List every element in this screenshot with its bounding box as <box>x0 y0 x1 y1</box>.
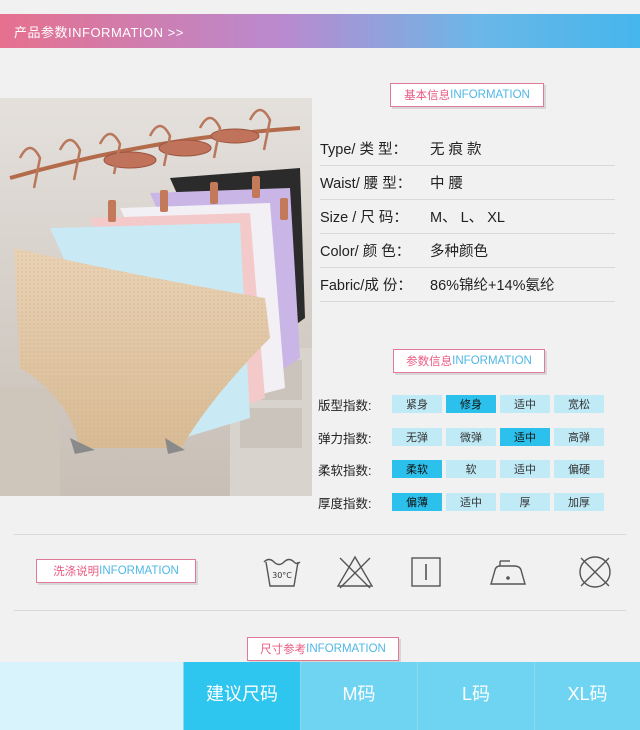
param-option-selected: 偏薄 <box>392 493 442 511</box>
section-header-title: 产品参数INFORMATION >> <box>14 24 184 40</box>
info-value: 中 腰 <box>430 176 464 192</box>
section-header: 产品参数INFORMATION >> <box>0 14 640 48</box>
wash-temp-label: 30°C <box>272 571 292 580</box>
param-option-selected: 适中 <box>500 428 550 446</box>
size-ref-tag-cn: 尺寸参考 <box>260 644 307 656</box>
no-bleach-icon <box>336 555 374 589</box>
param-option-selected: 修身 <box>446 395 496 413</box>
param-option: 适中 <box>500 395 550 413</box>
wash-30-icon: 30°C <box>263 558 301 587</box>
info-row-size: Size / 尺 码： M、 L、 XL <box>320 200 615 234</box>
param-option: 适中 <box>500 460 550 478</box>
param-row-thickness: 厚度指数: 偏薄 适中 厚 加厚 <box>318 491 604 513</box>
wash-tag: 洗涤说明 INFORMATION <box>36 559 196 583</box>
product-photo-illustration <box>0 98 312 496</box>
basic-info-tag-en: INFORMATION <box>450 89 530 101</box>
param-label: 厚度指数: <box>318 496 372 511</box>
size-table: 建议尺码 M码 L码 XL码 <box>0 662 640 730</box>
param-option: 软 <box>446 460 496 478</box>
param-option: 无弹 <box>392 428 442 446</box>
line-dry-icon <box>411 557 441 587</box>
size-header-m: M码 <box>301 662 418 730</box>
param-option: 加厚 <box>554 493 604 511</box>
info-value: 86%锦纶+14%氨纶 <box>430 278 555 294</box>
param-option-selected: 柔软 <box>392 460 442 478</box>
divider <box>14 534 626 535</box>
info-value: 无 痕 款 <box>430 142 482 158</box>
param-label: 柔软指数: <box>318 463 372 478</box>
size-header-xl: XL码 <box>535 662 640 730</box>
basic-info-tag-cn: 基本信息 <box>404 90 451 102</box>
info-key: Fabric/成 份： <box>320 278 412 294</box>
product-photo <box>0 98 312 496</box>
info-row-color: Color/ 颜 色： 多种颜色 <box>320 234 615 268</box>
info-key: Type/ 类 型： <box>320 142 408 158</box>
info-row-fabric: Fabric/成 份： 86%锦纶+14%氨纶 <box>320 268 615 302</box>
params-tag: 参数信息 INFORMATION <box>393 349 545 373</box>
iron-low-icon <box>490 560 526 585</box>
param-label: 弹力指数: <box>318 431 372 446</box>
param-option: 偏硬 <box>554 460 604 478</box>
size-ref-tag: 尺寸参考 INFORMATION <box>247 637 399 661</box>
wash-tag-cn: 洗涤说明 <box>53 566 100 578</box>
params-tag-cn: 参数信息 <box>406 356 453 368</box>
info-value: 多种颜色 <box>430 244 488 260</box>
basic-info-tag: 基本信息 INFORMATION <box>390 83 544 107</box>
size-header-l: L码 <box>418 662 535 730</box>
info-key: Color/ 颜 色： <box>320 244 411 260</box>
param-row-softness: 柔软指数: 柔软 软 适中 偏硬 <box>318 458 604 480</box>
param-option: 宽松 <box>554 395 604 413</box>
params-tag-en: INFORMATION <box>452 355 532 367</box>
param-option: 紧身 <box>392 395 442 413</box>
size-ref-tag-en: INFORMATION <box>306 643 386 655</box>
info-key: Waist/ 腰 型： <box>320 176 412 192</box>
info-row-waist: Waist/ 腰 型： 中 腰 <box>320 166 615 200</box>
param-row-fit: 版型指数: 紧身 修身 适中 宽松 <box>318 393 604 415</box>
info-value: M、 L、 XL <box>430 210 505 226</box>
size-table-blank <box>0 662 184 730</box>
param-option: 厚 <box>500 493 550 511</box>
param-option: 微弹 <box>446 428 496 446</box>
divider <box>14 610 626 611</box>
param-option: 适中 <box>446 493 496 511</box>
param-option: 高弹 <box>554 428 604 446</box>
info-key: Size / 尺 码： <box>320 210 408 226</box>
info-row-type: Type/ 类 型： 无 痕 款 <box>320 132 615 166</box>
wash-tag-en: INFORMATION <box>99 565 179 577</box>
param-label: 版型指数: <box>318 398 372 413</box>
no-dryclean-icon <box>579 556 611 588</box>
size-header-suggested: 建议尺码 <box>184 662 301 730</box>
param-row-elasticity: 弹力指数: 无弹 微弹 适中 高弹 <box>318 426 604 448</box>
